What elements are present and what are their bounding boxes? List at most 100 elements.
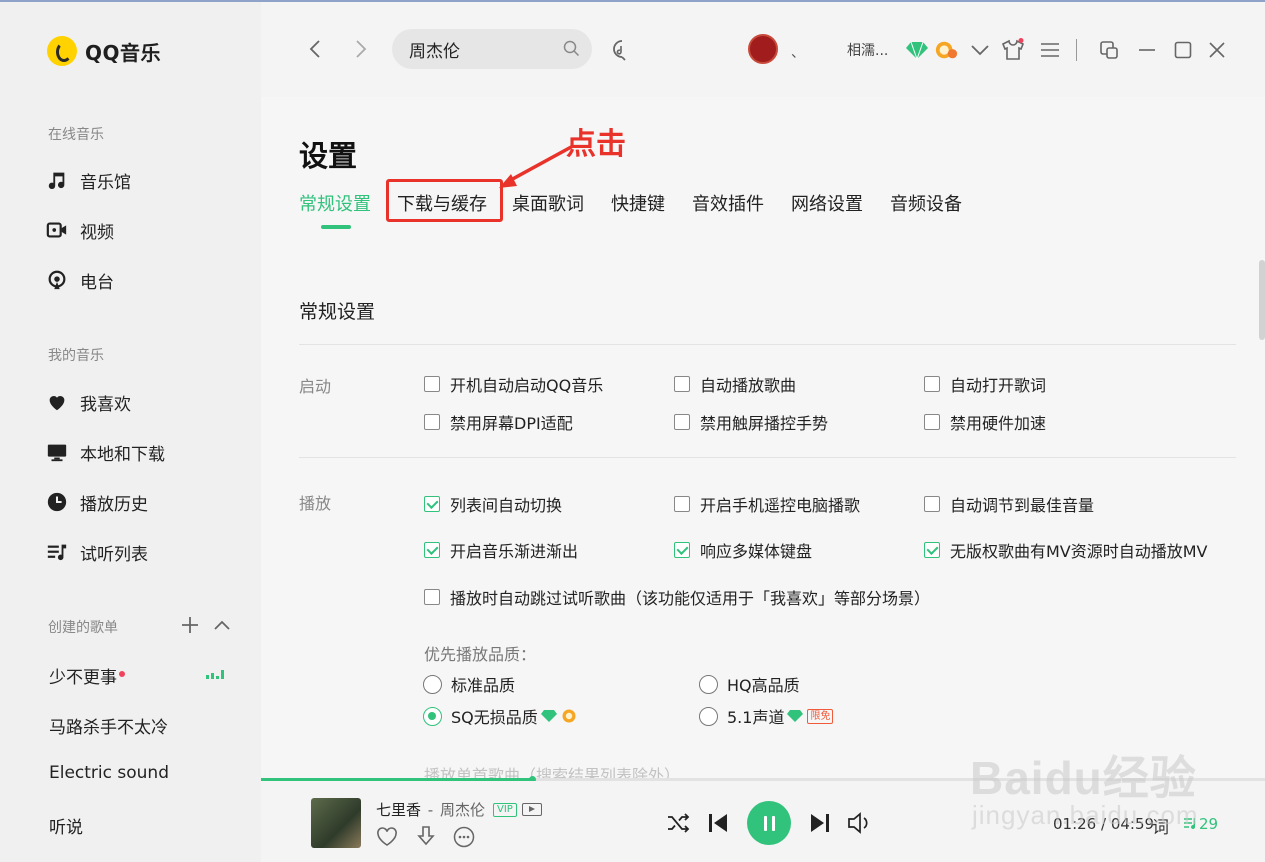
partially-visible-option: 播放单首歌曲（搜索结果列表除外） (424, 766, 681, 779)
radio-hq-quality[interactable]: HQ高品质 (699, 672, 800, 696)
checkbox[interactable] (424, 414, 440, 430)
like-button[interactable] (376, 826, 398, 848)
close-button[interactable] (1205, 38, 1229, 62)
add-playlist-button[interactable] (179, 614, 201, 636)
search-icon[interactable] (563, 40, 580, 57)
more-button[interactable] (453, 826, 475, 848)
checkbox-auto-volume[interactable]: 自动调节到最佳音量 (924, 492, 1094, 516)
checkbox[interactable] (924, 496, 940, 512)
settings-page: 设置 点击 常规设置 下载与缓存 桌面歌词 快捷键 音效插件 网络设置 音频设备… (261, 97, 1265, 779)
maximize-button[interactable] (1171, 38, 1195, 62)
sidebar-item-music-hall[interactable]: 音乐馆 (46, 165, 131, 195)
checkbox-fade[interactable]: 开启音乐渐进渐出 (424, 538, 578, 562)
checkbox[interactable] (924, 414, 940, 430)
divider (299, 457, 1236, 458)
play-queue-button[interactable]: 29 (1183, 815, 1218, 833)
checkbox-disable-hw-accel[interactable]: 禁用硬件加速 (924, 410, 1046, 434)
checkbox[interactable] (674, 542, 690, 558)
checkbox-auto-mv[interactable]: 无版权歌曲有MV资源时自动播放MV (924, 538, 1208, 562)
checkbox-disable-dpi[interactable]: 禁用屏幕DPI适配 (424, 410, 573, 434)
tab-audio-device[interactable]: 音频设备 (890, 190, 962, 216)
tab-sound-plugins[interactable]: 音效插件 (692, 190, 764, 216)
tab-shortcuts[interactable]: 快捷键 (611, 190, 665, 216)
created-playlists-title: 创建的歌单 (48, 620, 118, 636)
tab-desktop-lyrics[interactable]: 桌面歌词 (512, 190, 584, 216)
main-menu-button[interactable] (1038, 38, 1062, 62)
checkbox-label: 列表间自动切换 (450, 496, 563, 515)
tshirt-icon (1001, 38, 1025, 60)
pause-button[interactable] (747, 801, 791, 845)
radio-label: 标准品质 (451, 676, 516, 695)
radio-5-1-channel[interactable]: 5.1声道 限免 (699, 704, 834, 728)
sidebar-item-label: 视频 (80, 222, 114, 243)
checkbox-phone-remote[interactable]: 开启手机遥控电脑播歌 (674, 492, 860, 516)
content-scrollbar[interactable] (1259, 260, 1265, 340)
sidebar-item-local-download[interactable]: 本地和下载 (46, 437, 165, 467)
checkbox-auto-lyrics[interactable]: 自动打开歌词 (924, 372, 1046, 396)
play-queue-icon (1184, 818, 1196, 830)
album-cover[interactable] (311, 798, 361, 848)
vip-level-icon[interactable] (934, 38, 958, 62)
quality-title: 优先播放品质： (424, 645, 537, 664)
checkbox[interactable] (424, 542, 440, 558)
checkbox-skip-trial[interactable]: 播放时自动跳过试听歌曲（该功能仅适用于「我喜欢」等部分场景） (424, 585, 930, 609)
next-button[interactable] (808, 811, 832, 835)
volume-button[interactable] (847, 812, 871, 834)
checkbox[interactable] (424, 589, 440, 605)
sidebar-item-trial-list[interactable]: 试听列表 (46, 537, 148, 567)
checkbox-autostart[interactable]: 开机自动启动QQ音乐 (424, 372, 603, 396)
playlist-item[interactable]: Electric sound (49, 763, 169, 783)
playlist-item[interactable]: 听说 (49, 813, 83, 838)
playlist-item[interactable]: 马路杀手不太冷 (49, 713, 168, 738)
checkbox-disable-touch[interactable]: 禁用触屏播控手势 (674, 410, 828, 434)
forward-button[interactable] (349, 38, 371, 60)
music-recognition-icon (613, 40, 626, 61)
checkbox[interactable] (674, 376, 690, 392)
download-button[interactable] (415, 825, 437, 847)
radio-sq-quality[interactable]: SQ无损品质 (423, 704, 578, 728)
checkbox[interactable] (924, 376, 940, 392)
checkbox[interactable] (924, 542, 940, 558)
skin-button[interactable] (1001, 38, 1025, 62)
playlist-item[interactable]: 少不更事 (49, 663, 125, 688)
back-button[interactable] (305, 38, 327, 60)
radio-button[interactable] (699, 706, 718, 726)
app-logo[interactable]: QQ音乐 (47, 36, 161, 66)
download-icon (417, 826, 435, 846)
sidebar-item-history[interactable]: 播放历史 (46, 487, 148, 517)
collapse-playlists-button[interactable] (211, 614, 233, 636)
next-icon (811, 814, 829, 832)
monitor-icon (46, 441, 68, 463)
sidebar-item-favorites[interactable]: 我喜欢 (46, 387, 131, 417)
mv-icon[interactable] (521, 803, 542, 816)
sidebar-item-video[interactable]: 视频 (46, 215, 114, 245)
lyrics-toggle-button[interactable]: 词 (1152, 813, 1169, 838)
radio-standard-quality[interactable]: 标准品质 (423, 672, 515, 696)
music-recognition-button[interactable] (610, 38, 634, 62)
search-input[interactable]: 周杰伦 (392, 29, 592, 69)
username[interactable]: 相濡... (847, 40, 888, 60)
previous-button[interactable] (706, 811, 730, 835)
radio-button[interactable] (699, 674, 718, 694)
vip-menu-chevron-button[interactable] (968, 38, 992, 62)
avatar[interactable] (748, 34, 778, 64)
artist-name[interactable]: 周杰伦 (440, 799, 485, 820)
tab-general[interactable]: 常规设置 (299, 190, 371, 216)
green-diamond-vip-icon[interactable] (905, 38, 929, 62)
checkbox[interactable] (674, 496, 690, 512)
checkbox-list-auto-switch[interactable]: 列表间自动切换 (424, 492, 562, 516)
minimize-button[interactable] (1135, 38, 1159, 62)
shuffle-button[interactable] (666, 812, 690, 834)
checkbox[interactable] (424, 496, 440, 512)
radio-button[interactable] (423, 706, 442, 726)
checkbox[interactable] (674, 414, 690, 430)
checkbox-media-keys[interactable]: 响应多媒体键盘 (674, 538, 812, 562)
checkbox[interactable] (424, 376, 440, 392)
checkbox-autoplay[interactable]: 自动播放歌曲 (674, 372, 796, 396)
sidebar-item-radio[interactable]: 电台 (46, 265, 114, 295)
tab-network[interactable]: 网络设置 (791, 190, 863, 216)
checkbox-label: 自动播放歌曲 (700, 376, 797, 395)
song-title[interactable]: 七里香 (376, 799, 421, 820)
radio-button[interactable] (423, 674, 442, 694)
mini-mode-button[interactable] (1097, 38, 1121, 62)
